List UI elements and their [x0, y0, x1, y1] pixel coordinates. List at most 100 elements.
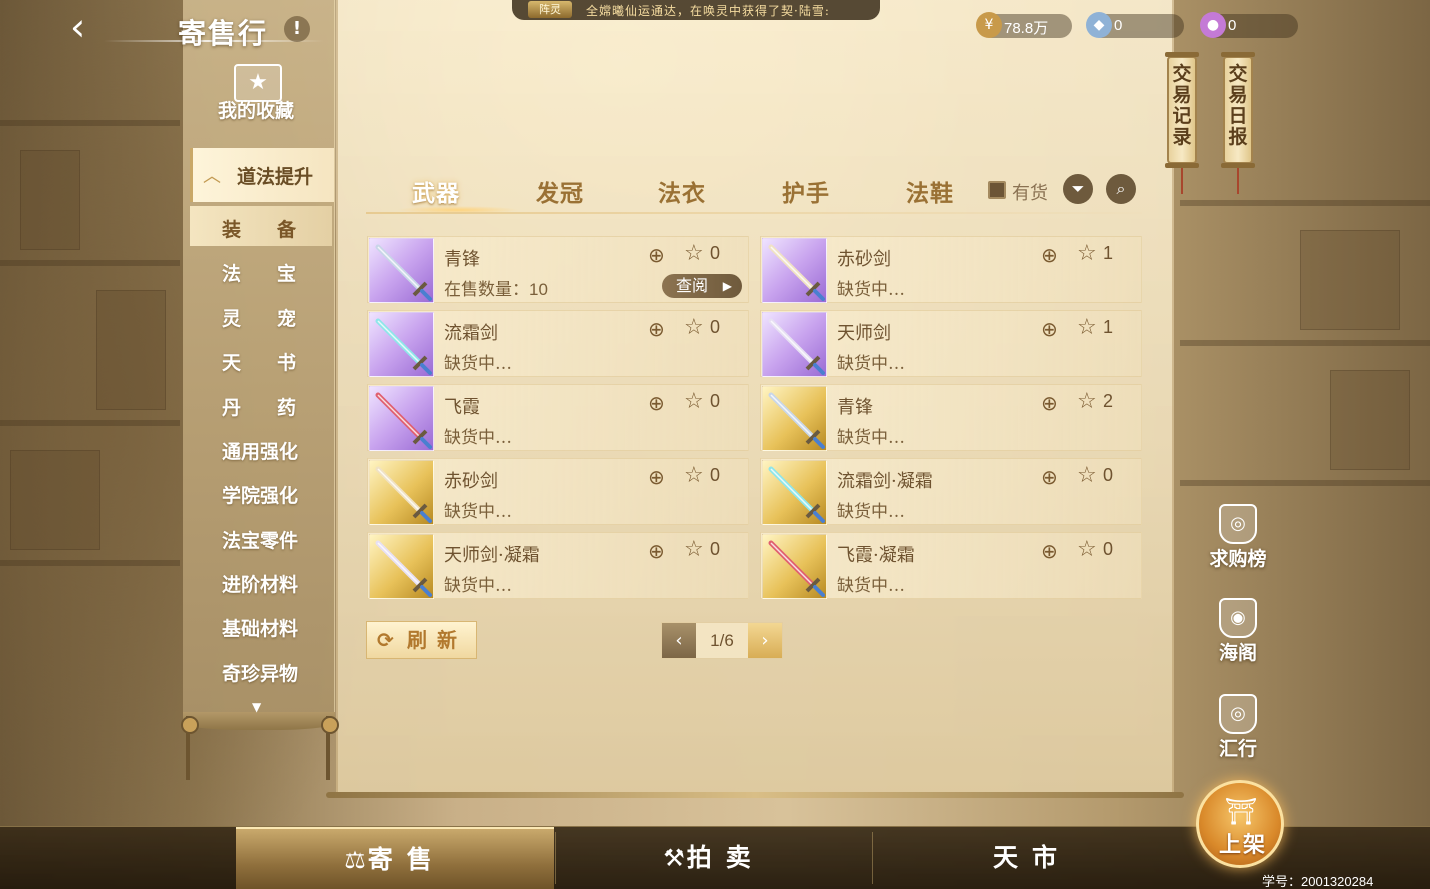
category-header[interactable]: ︿ 道法提升	[190, 148, 334, 202]
purchase-request-icon[interactable]: ⊕	[648, 539, 672, 563]
sidebar-item[interactable]: 装备	[190, 206, 332, 246]
scale-icon: ⚖	[344, 846, 366, 874]
sidebar-item[interactable]: 法宝	[190, 250, 332, 290]
view-button[interactable]: 查阅 ▶	[662, 274, 742, 298]
currency-spirit[interactable]: ● 0	[1200, 12, 1298, 38]
item-card[interactable]: 赤砂剑 缺货中… ⊕ ☆ 0	[367, 458, 749, 525]
item-card[interactable]: 流霜剑 缺货中… ⊕ ☆ 0	[367, 310, 749, 377]
sidebar-item-label: 通用强化	[222, 441, 299, 463]
purchase-request-icon[interactable]: ⊕	[648, 243, 672, 267]
purchase-request-icon[interactable]: ⊕	[648, 317, 672, 341]
refresh-button[interactable]: ⟳ 刷新	[366, 621, 477, 659]
tassel-decoration	[1181, 168, 1183, 194]
item-card[interactable]: 赤砂剑 缺货中… ⊕ ☆ 1	[760, 236, 1142, 303]
star-icon[interactable]: ☆	[1077, 389, 1097, 415]
info-icon[interactable]: !	[284, 16, 310, 42]
sidebar-item[interactable]: 法宝零件	[190, 517, 332, 557]
item-card[interactable]: 青锋 在售数量：10 ⊕ ☆ 0 查阅 ▶	[367, 236, 749, 303]
tab-headwear[interactable]: 发冠	[536, 174, 584, 208]
sidebar-item[interactable]: 通用强化	[190, 428, 332, 468]
back-button[interactable]: ‹	[70, 8, 104, 46]
sidebar-item[interactable]: 学院强化	[190, 472, 332, 512]
search-button[interactable]: ⌕	[1106, 174, 1136, 204]
tab-gloves[interactable]: 护手	[782, 174, 830, 208]
gavel-icon: ⚒	[663, 844, 685, 872]
item-status-text: 缺货中…	[837, 428, 905, 448]
star-icon[interactable]: ☆	[684, 537, 704, 563]
star-icon[interactable]: ☆	[684, 389, 704, 415]
purchase-request-icon[interactable]: ⊕	[1041, 391, 1065, 415]
item-card[interactable]: 青锋 缺货中… ⊕ ☆ 2	[760, 384, 1142, 451]
sidebar-item-label: 装备	[222, 219, 333, 241]
star-icon[interactable]: ☆	[1077, 315, 1097, 341]
purchase-request-icon[interactable]: ⊕	[1041, 465, 1065, 489]
item-status-text: 缺货中…	[444, 428, 512, 448]
filter-button[interactable]: ⏷	[1063, 174, 1093, 204]
sea-pavilion-button[interactable]: ◉ 海阁	[1200, 598, 1276, 670]
sidebar-item[interactable]: 进阶材料	[190, 561, 332, 601]
item-card[interactable]: 飞霞 缺货中… ⊕ ☆ 0	[367, 384, 749, 451]
tab-shoes[interactable]: 法鞋	[906, 174, 954, 208]
item-card[interactable]: 天师剑·凝霜 缺货中… ⊕ ☆ 0	[367, 532, 749, 599]
sword-icon	[369, 312, 434, 377]
next-page-button[interactable]: ›	[748, 623, 782, 658]
star-icon[interactable]: ☆	[1077, 537, 1097, 563]
sidebar-item[interactable]: 天书	[190, 339, 332, 379]
purchase-request-icon[interactable]: ⊕	[1041, 317, 1065, 341]
sidebar-pole-left	[181, 716, 199, 780]
favorite-count: 1	[1103, 317, 1114, 337]
sidebar-item-label: 丹药	[222, 397, 333, 419]
star-icon[interactable]: ☆	[1077, 463, 1097, 489]
item-card[interactable]: 流霜剑·凝霜 缺货中… ⊕ ☆ 0	[760, 458, 1142, 525]
purchase-request-icon[interactable]: ⊕	[1041, 243, 1065, 267]
tab-robe[interactable]: 法衣	[658, 174, 706, 208]
favorite-count: 0	[1103, 539, 1114, 559]
in-stock-checkbox[interactable]	[988, 181, 1006, 199]
purchase-request-icon[interactable]: ⊕	[1041, 539, 1065, 563]
sidebar-item-label: 灵宠	[222, 308, 333, 330]
item-card[interactable]: 天师剑 缺货中… ⊕ ☆ 1	[760, 310, 1142, 377]
bottom-tab-consign[interactable]: ⚖寄售	[236, 827, 554, 889]
list-item-button[interactable]: ⛩ 上架	[1196, 780, 1284, 868]
prev-page-button[interactable]: ‹	[662, 623, 696, 658]
in-stock-label[interactable]: 有货	[1012, 179, 1048, 205]
exchange-house-button[interactable]: ◎ 汇行	[1200, 694, 1276, 766]
purchase-ranking-button[interactable]: ◎ 求购榜	[1200, 504, 1276, 576]
page-title: 寄售行	[178, 17, 269, 50]
chevron-right-icon: ›	[761, 630, 769, 651]
bg-books	[1300, 230, 1400, 330]
sidebar-item[interactable]: 奇珍异物	[190, 650, 332, 690]
bottom-tab-sky-market[interactable]: 天市	[874, 827, 1190, 889]
sidebar-item[interactable]: 丹药	[190, 384, 332, 424]
bottom-tab-auction-label: 拍卖	[686, 843, 765, 872]
item-status-text: 缺货中…	[837, 280, 905, 300]
tab-weapon[interactable]: 武器	[412, 174, 460, 208]
item-status: 缺货中…	[837, 275, 905, 300]
favorites-label[interactable]: 我的收藏	[218, 96, 294, 123]
currency-silver[interactable]: ◆ 0	[1086, 12, 1184, 38]
pavilion-icon: ⛩	[1224, 797, 1258, 827]
sidebar-item[interactable]: 基础材料	[190, 605, 332, 645]
scroll-down-indicator-icon: ▼	[252, 700, 262, 714]
star-icon[interactable]: ☆	[684, 241, 704, 267]
purchase-request-icon[interactable]: ⊕	[648, 391, 672, 415]
sidebar-pole-right	[321, 716, 339, 780]
trade-daily-report-button[interactable]: 交易日报	[1221, 52, 1255, 168]
star-icon[interactable]: ☆	[684, 315, 704, 341]
star-icon[interactable]: ☆	[1077, 241, 1097, 267]
currency-gold[interactable]: ¥ 78.8万	[976, 12, 1072, 38]
item-name: 飞霞·凝霜	[837, 545, 915, 566]
item-status: 缺货中…	[837, 497, 905, 522]
page-indicator: 1/6	[710, 631, 734, 650]
bottom-tab-consign-label: 寄售	[367, 845, 446, 874]
purchase-request-icon[interactable]: ⊕	[648, 465, 672, 489]
trade-records-button[interactable]: 交易记录	[1165, 52, 1199, 168]
bottom-tab-auction[interactable]: ⚒拍卖	[556, 827, 872, 889]
bg-shelf	[1180, 200, 1430, 206]
sidebar-item[interactable]: 灵宠	[190, 295, 332, 335]
item-card[interactable]: 飞霞·凝霜 缺货中… ⊕ ☆ 0	[760, 532, 1142, 599]
bg-books	[20, 150, 80, 250]
star-icon[interactable]: ☆	[684, 463, 704, 489]
sidebar-item-label: 奇珍异物	[222, 663, 299, 685]
sword-icon	[762, 238, 827, 303]
